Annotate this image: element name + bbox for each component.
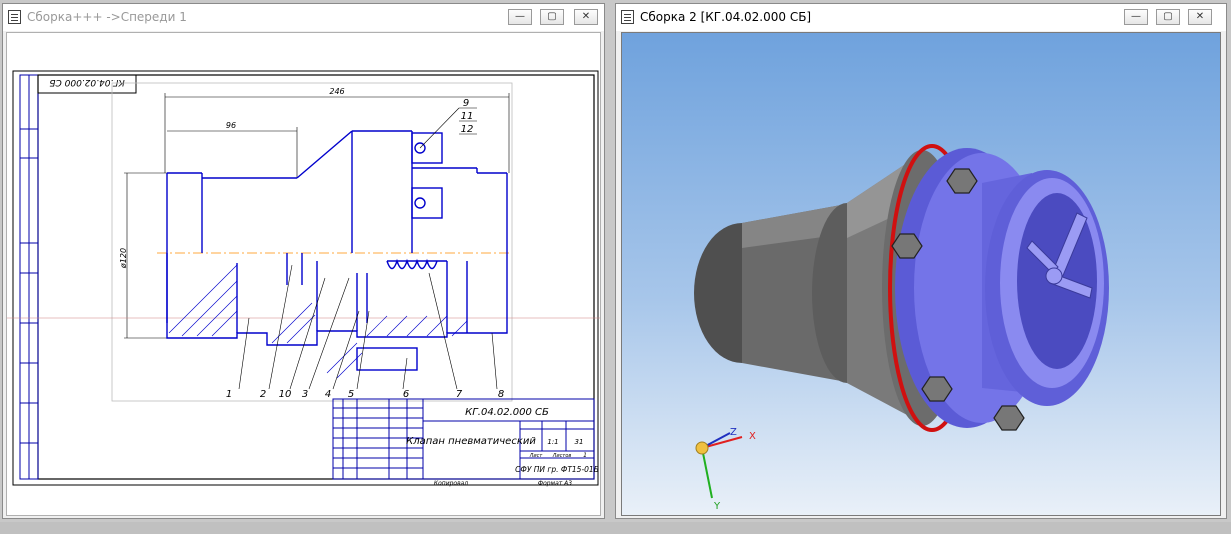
drawing-window-title: Сборка+++ ->Спереди 1 bbox=[27, 10, 187, 24]
axis-z-label: Z bbox=[730, 427, 737, 438]
drawing-window[interactable]: Сборка+++ ->Спереди 1 — ▢ ✕ КГ.04.02.000… bbox=[2, 3, 605, 519]
title-block-mass: 31 bbox=[575, 438, 584, 446]
document-icon bbox=[8, 10, 21, 24]
callout-11: 11 bbox=[461, 111, 474, 122]
copied-label: Копировал bbox=[434, 480, 468, 487]
status-bar bbox=[0, 522, 1231, 534]
model-window[interactable]: Сборка 2 [КГ.04.02.000 СБ] — ▢ ✕ X Z Y bbox=[615, 3, 1227, 519]
callout-8: 8 bbox=[498, 389, 504, 400]
callout-4: 4 bbox=[325, 389, 331, 400]
callout-3: 3 bbox=[302, 389, 308, 400]
close-button[interactable]: ✕ bbox=[1188, 9, 1212, 25]
callout-10: 10 bbox=[279, 389, 292, 400]
assembly-drawing: КГ.04.02.000 СБ 246 96 ø120 9 11 12 1 2 … bbox=[7, 70, 600, 487]
title-block-scale: 1:1 bbox=[547, 438, 558, 446]
callout-1: 1 bbox=[226, 389, 232, 400]
axis-y-label: Y bbox=[713, 501, 721, 512]
dimension-partial: 96 bbox=[226, 121, 236, 130]
callout-5: 5 bbox=[348, 389, 354, 400]
format-label: Формат А3 bbox=[538, 480, 572, 487]
drawing-window-titlebar[interactable]: Сборка+++ ->Спереди 1 — ▢ ✕ bbox=[3, 4, 604, 31]
callout-7: 7 bbox=[456, 389, 463, 400]
title-block-sheet-label: Лист bbox=[529, 453, 544, 459]
title-block-sheets: 1 bbox=[583, 452, 587, 459]
title-block-organization: СФУ ПИ гр. ФТ15-01Б bbox=[515, 465, 599, 474]
title-block-sheets-label: Листов bbox=[552, 453, 572, 459]
title-block-name: Клапан пневматический bbox=[406, 436, 536, 447]
minimize-button[interactable]: — bbox=[508, 9, 532, 25]
minimize-button[interactable]: — bbox=[1124, 9, 1148, 25]
axis-x-label: X bbox=[749, 431, 756, 442]
close-button[interactable]: ✕ bbox=[574, 9, 598, 25]
drawing-canvas[interactable]: КГ.04.02.000 СБ 246 96 ø120 9 11 12 1 2 … bbox=[6, 32, 601, 516]
callout-6: 6 bbox=[403, 389, 409, 400]
callout-12: 12 bbox=[461, 124, 474, 135]
dimension-diameter: ø120 bbox=[119, 248, 128, 269]
rotated-stamp-code: КГ.04.02.000 СБ bbox=[49, 77, 124, 87]
maximize-button[interactable]: ▢ bbox=[540, 9, 564, 25]
callout-2: 2 bbox=[260, 389, 266, 400]
dimension-overall: 246 bbox=[329, 87, 344, 96]
title-block-code: КГ.04.02.000 СБ bbox=[465, 407, 549, 418]
axis-triad: X Z Y bbox=[695, 427, 756, 512]
3d-viewport[interactable]: X Z Y bbox=[621, 32, 1221, 516]
maximize-button[interactable]: ▢ bbox=[1156, 9, 1180, 25]
model-window-title: Сборка 2 [КГ.04.02.000 СБ] bbox=[640, 10, 812, 24]
model-icon bbox=[621, 10, 634, 24]
3d-model: X Z Y bbox=[694, 144, 1109, 512]
callout-9: 9 bbox=[463, 98, 469, 109]
model-window-titlebar[interactable]: Сборка 2 [КГ.04.02.000 СБ] — ▢ ✕ bbox=[616, 4, 1226, 31]
